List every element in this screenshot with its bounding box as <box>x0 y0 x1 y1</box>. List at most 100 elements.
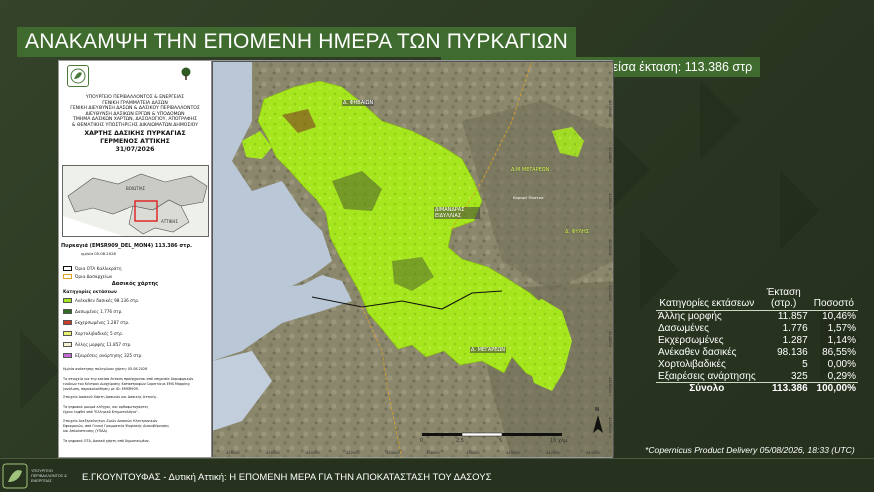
cover-swatch <box>63 298 72 303</box>
y-tick: 4230000 <box>608 101 612 118</box>
decor-chevron <box>700 80 740 160</box>
legend-cover-label: Εξαιρέσεις ανάρτησης 325 στρ. <box>75 353 143 358</box>
note-line: Εφαρμογών, από Γενική Γραμματεία Ψηφιακή… <box>63 424 170 428</box>
cell-percent: 0,00% <box>827 359 856 370</box>
scale-label: 10 χλμ. <box>550 438 569 444</box>
slide-title-box: ΑΝΑΚΑΜΨΗ ΤΗΝ ΕΠΟΜΕΝΗ ΗΜΕΡΑ ΤΩΝ ΠΥΡΚΑΓΙΩΝ <box>17 27 577 57</box>
legend-cover-row: Εξαιρέσεις ανάρτησης 325 στρ. <box>63 353 142 358</box>
cell-area: 1.776 <box>782 323 808 334</box>
table-row: Άλλης μορφής 11.857 10,46% <box>656 311 858 323</box>
north-arrow-label: N <box>595 407 600 413</box>
legend-cover-row: Άλλης μορφής 11.857 στρ. <box>63 342 132 347</box>
legend-cover-row: Χορτολιβαδικές 5 στρ. <box>63 331 123 336</box>
x-tick: 434000 <box>386 451 400 455</box>
map-title: ΧΑΡΤΗΣ ΔΑΣΙΚΗΣ ΠΥΡΚΑΓΙΑΣ <box>84 130 186 137</box>
footer-text: Ε.ΓΚΟΥΝΤΟΥΦΑΣ - Δυτική Αττική: Η ΕΠΟΜΕΝΗ… <box>82 472 492 483</box>
table-row: Δασωμένες 1.776 1,57% <box>656 323 858 335</box>
boundary-swatch <box>63 266 72 271</box>
legend-cover-row: Εκχερσωμένες 1.287 στρ. <box>63 320 129 325</box>
note-line: (ανάλυση, παρακολούθηση) με ID: EMSR909. <box>63 387 139 391</box>
cover-swatch <box>63 342 72 347</box>
ministry-logo <box>67 65 89 87</box>
cover-swatch <box>63 309 72 314</box>
legend-cover-label: Χορτολιβαδικές 5 στρ. <box>75 331 124 336</box>
x-tick: 444000 <box>586 451 600 455</box>
cell-area: 1.287 <box>782 335 808 346</box>
x-tick: 438000 <box>466 451 480 455</box>
footer-ministry-logo: ΥΠΟΥΡΓΕΙΟ ΠΕΡΙΒΑΛΛΟΝΤΟΣ & ΕΝΕΡΓΕΙΑΣ <box>2 461 72 491</box>
cell-percent: 10,46% <box>822 311 856 323</box>
locator-inset-map: ΒΟΙΩΤΙΑΣ ΑΤΤΙΚΗΣ <box>62 165 209 237</box>
copernicus-note: *Copernicus Product Delivery 05/08/2026,… <box>645 445 855 455</box>
y-tick: 4222000 <box>608 285 612 302</box>
inset-label: ΒΟΙΩΤΙΑΣ <box>126 186 146 191</box>
note-line: Τα στοιχεία για την καείσα έκταση προέρχ… <box>63 377 194 381</box>
decor-chevron <box>610 130 650 210</box>
place-label: Κορυφή Πάστρα <box>513 195 544 200</box>
legend-boundary-label: Όρια Δασαρχείων <box>75 274 113 279</box>
y-tick: 4224000 <box>608 239 612 256</box>
cell-percent: 0,29% <box>827 370 856 382</box>
leaf-logo-icon <box>70 68 86 84</box>
y-tick: 4220000 <box>608 331 612 348</box>
cell-category: Εξαιρέσεις ανάρτησης <box>658 370 756 382</box>
locator-map-graphic <box>63 166 208 236</box>
table-row: Εκχερσωμένες 1.287 1,14% <box>656 335 858 347</box>
cell-category: Ανέκαθεν δασικές <box>658 347 737 358</box>
map-legend-panel: ΥΠΟΥΡΓΕΙΟ ΠΕΡΙΒΑΛΛΟΝΤΟΣ & ΕΝΕΡΓΕΙΑΣ ΓΕΝΙ… <box>59 61 212 457</box>
cell-category: Δασωμένες <box>658 323 709 334</box>
table-row: Εξαιρέσεις ανάρτησης 325 0,29% <box>656 371 858 383</box>
table-row: Ανέκαθεν δασικές 98.136 86,55% <box>656 347 858 359</box>
cell-area: 11.857 <box>777 311 808 323</box>
place-label: Δ. ΜΕΓΑΡΕΩΝ <box>470 347 507 353</box>
footer-bar: ΥΠΟΥΡΓΕΙΟ ΠΕΡΙΒΑΛΛΟΝΤΟΣ & ΕΝΕΡΓΕΙΑΣ Ε.ΓΚ… <box>0 458 874 492</box>
cell-category: Χορτολιβαδικές <box>658 359 726 370</box>
place-label: Δ.Μ ΜΕΓΑΡΕΩΝ <box>511 167 550 173</box>
satellite-map[interactable]: Δ. ΦΗΒΑΙΩΝ Δ.Μ ΜΕΓΑΡΕΩΝ ΔΙΜΑΝΔΡΑΣ ΕΙΔΥΛΛ… <box>212 61 614 457</box>
note-line: έχουν ληφθεί από "Ελληνικό Κτηματολόγιο"… <box>63 410 139 414</box>
ministry-line: & ΘΕΜΑΤΙΚΗΣ ΥΠΟΣΤΗΡΙΞΗΣ ΔΙΚΑΙΩΜΑΤΩΝ ΔΗΜΟ… <box>71 122 199 128</box>
leaf-logo-icon <box>2 463 28 489</box>
legend-cover-label: Ανέκαθεν δασικές 98.136 στρ. <box>75 298 140 303</box>
cover-swatch <box>63 353 72 358</box>
table-total-row: Σύνολο 113.386 100,00% <box>656 382 858 395</box>
place-label: Δ. ΦΗΒΑΙΩΝ <box>342 100 375 106</box>
total-label: Σύνολο <box>656 382 758 395</box>
fire-date-label: ημ/νία 05.08.2026 <box>81 251 116 256</box>
total-area: 113.386 <box>757 382 810 395</box>
note-line: εικόνων του Κέντρου Διαχείρισης Καταστρο… <box>63 382 190 386</box>
legend-boundary-label: Όρια ΟΤΑ Καλλικράτη <box>75 266 122 271</box>
footer-logo-caption: ΥΠΟΥΡΓΕΙΟ ΠΕΡΙΒΑΛΛΟΝΤΟΣ & ΕΝΕΡΓΕΙΑΣ <box>31 468 67 483</box>
cover-title: Δασικός χάρτης <box>111 281 159 287</box>
y-tick: 4226000 <box>608 193 612 210</box>
place-label: Δ. ΦΥΛΗΣ <box>565 229 589 235</box>
scale-label: 2,5 <box>456 438 464 444</box>
x-tick: 440000 <box>506 451 520 455</box>
cell-area: 98.136 <box>777 347 808 358</box>
x-tick: 436000 <box>426 451 440 455</box>
tree-icon <box>181 67 191 80</box>
note-line: και Απλούστευσης (ΥΠΑΔ) <box>63 429 108 433</box>
legend-cover-label: Άλλης μορφής 11.857 στρ. <box>75 342 132 347</box>
cell-percent: 1,57% <box>827 323 856 334</box>
y-tick: 4218000 <box>608 377 612 394</box>
cover-swatch <box>63 320 72 325</box>
cell-area: 5 <box>802 359 808 370</box>
x-tick: 432000 <box>346 451 360 455</box>
map-date: 31/07/2026 <box>115 146 155 153</box>
total-percent: 100,00% <box>809 382 858 395</box>
slide-title: ΑΝΑΚΑΜΨΗ ΤΗΝ ΕΠΟΜΕΝΗ ΗΜΕΡΑ ΤΩΝ ΠΥΡΚΑΓΙΩΝ <box>25 30 569 53</box>
inset-label: ΑΤΤΙΚΗΣ <box>161 219 178 224</box>
cell-area: 325 <box>790 370 808 382</box>
x-tick: 426000 <box>226 451 240 455</box>
burn-area-map-graphic <box>212 61 614 457</box>
note-line: Τα ψηφιακά ΟΤΑ, Δασικό χάρτη από δημοσιε… <box>63 439 150 443</box>
cell-category: Εκχερσωμένες <box>658 335 724 346</box>
decor-chevron <box>780 170 820 250</box>
note-line: Ημ/νία ανάκτησης πολυγώνου χάρτη: 05.08.… <box>63 367 148 371</box>
table-row: Χορτολιβαδικές 5 0,00% <box>656 359 858 371</box>
header-category: Κατηγορίες εκτάσεων <box>656 286 758 311</box>
note-line: Στοιχεία Ανεξερεύνητων Ζωών Δασικών Ηλεκ… <box>63 419 158 423</box>
note-line: Τα ψηφιακά μονιμά ελέγχου, και ορθοφωτοχ… <box>63 405 149 409</box>
cell-percent: 86,55% <box>822 347 856 358</box>
